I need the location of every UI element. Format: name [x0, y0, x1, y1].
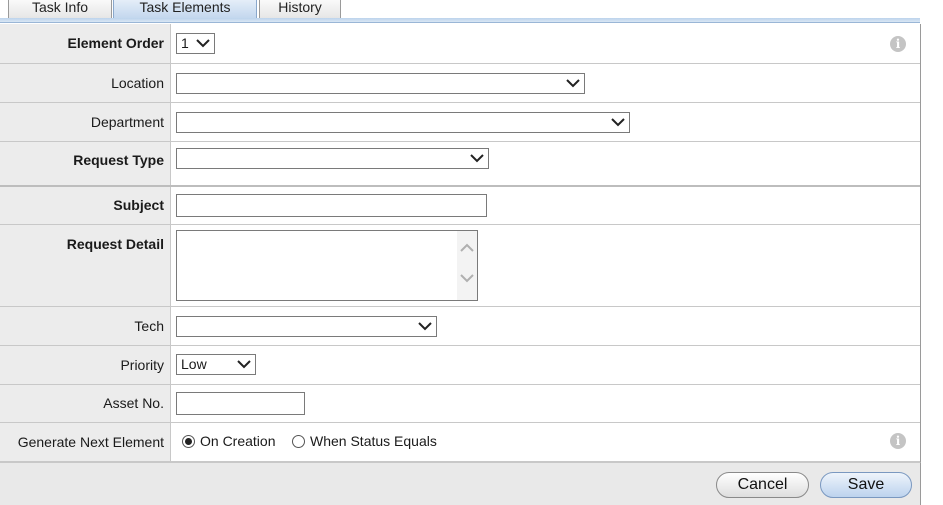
chevron-down-icon [237, 360, 251, 369]
task-elements-form: Element Order 1 i Location Department Re… [0, 24, 921, 462]
priority-select[interactable]: Low [176, 354, 256, 375]
chevron-up-icon[interactable] [460, 243, 474, 252]
cancel-button[interactable]: Cancel [716, 472, 809, 498]
info-icon[interactable]: i [890, 433, 906, 449]
department-label: Department [0, 103, 171, 141]
row-generate-next-element: Generate Next Element On Creation When S… [0, 423, 920, 462]
subject-label: Subject [0, 187, 171, 224]
tab-bar-underline [0, 18, 920, 23]
textarea-scrollbar[interactable] [457, 231, 477, 300]
when-status-equals-radio[interactable] [292, 435, 305, 448]
chevron-down-icon [418, 322, 432, 331]
row-department: Department [0, 103, 920, 142]
priority-label: Priority [0, 346, 171, 384]
location-select[interactable] [176, 73, 585, 94]
chevron-down-icon [196, 39, 210, 48]
row-asset-no: Asset No. [0, 385, 920, 423]
generate-next-element-label: Generate Next Element [0, 423, 171, 461]
tab-history[interactable]: History [259, 0, 341, 18]
department-select[interactable] [176, 112, 630, 133]
chevron-down-icon [566, 79, 580, 88]
tech-label: Tech [0, 307, 171, 345]
row-priority: Priority Low [0, 346, 920, 385]
chevron-down-icon [470, 154, 484, 163]
on-creation-radio[interactable] [182, 435, 195, 448]
element-order-select[interactable]: 1 [176, 33, 215, 54]
form-footer: Cancel Save [0, 462, 921, 505]
row-request-type: Request Type [0, 142, 920, 187]
subject-input[interactable] [176, 194, 487, 217]
info-icon[interactable]: i [890, 36, 906, 52]
row-location: Location [0, 64, 920, 103]
element-order-label: Element Order [0, 24, 171, 63]
row-request-detail: Request Detail [0, 225, 920, 307]
save-button[interactable]: Save [820, 472, 912, 498]
chevron-down-icon [611, 118, 625, 127]
tab-task-elements[interactable]: Task Elements [113, 0, 257, 18]
request-detail-label: Request Detail [0, 225, 171, 306]
on-creation-label[interactable]: On Creation [200, 433, 275, 449]
chevron-down-icon[interactable] [460, 274, 474, 283]
request-type-label: Request Type [0, 142, 171, 185]
tab-bar: Task Info Task Elements History [0, 0, 920, 23]
row-element-order: Element Order 1 i [0, 24, 920, 64]
row-subject: Subject [0, 187, 920, 225]
request-type-select[interactable] [176, 148, 489, 169]
location-label: Location [0, 64, 171, 102]
tech-select[interactable] [176, 316, 437, 337]
asset-no-input[interactable] [176, 392, 305, 415]
row-tech: Tech [0, 307, 920, 346]
when-status-equals-label[interactable]: When Status Equals [310, 433, 437, 449]
request-detail-textarea[interactable] [176, 230, 478, 301]
asset-no-label: Asset No. [0, 385, 171, 422]
tab-task-info[interactable]: Task Info [8, 0, 112, 18]
